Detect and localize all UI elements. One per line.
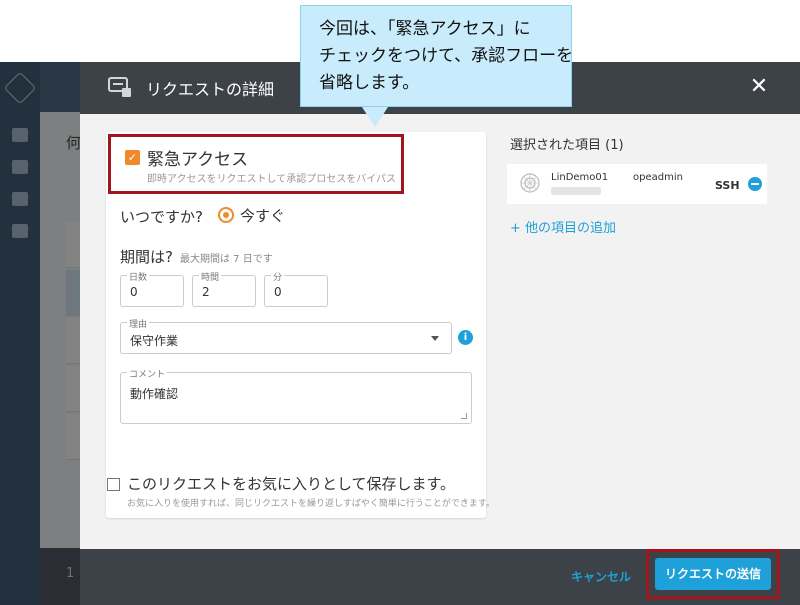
remove-item-icon[interactable] <box>748 177 762 191</box>
emergency-access-label: 緊急アクセス <box>147 150 249 170</box>
hours-field-label: 時間 <box>199 270 222 283</box>
cancel-button[interactable]: キャンセル <box>571 568 631 585</box>
emergency-access-checkbox[interactable]: ✓ <box>125 150 140 165</box>
comment-textarea-value: 動作確認 <box>130 387 179 401</box>
request-details-icon <box>108 77 131 97</box>
minutes-field-value: 0 <box>274 285 282 299</box>
add-item-link[interactable]: + 他の項目の追加 <box>510 217 616 236</box>
selected-item-protocol: SSH <box>715 179 740 192</box>
days-field[interactable]: 日数 0 <box>120 270 184 307</box>
hours-field-value: 2 <box>202 285 210 299</box>
favorite-description: お気に入りを使用すれば、同じリクエストを繰り返しすばやく簡単に行うことができます… <box>127 499 495 509</box>
favorite-checkbox[interactable] <box>107 478 120 491</box>
period-label: 期間は? <box>120 248 173 266</box>
now-radio-label: 今すぐ <box>240 207 286 225</box>
annotation-callout: 今回は、「緊急アクセス」に チェックをつけて、承認フローを 省略します。 <box>300 5 574 107</box>
days-field-value: 0 <box>130 285 138 299</box>
selected-item-redacted-address <box>551 187 601 195</box>
selected-item-card: LinDemo01 opeadmin SSH <box>507 164 767 204</box>
emergency-access-highlight: ✓ 緊急アクセス 即時アクセスをリクエストして承認プロセスをバイパス <box>108 134 404 194</box>
info-icon[interactable]: i <box>458 330 473 345</box>
server-icon <box>520 173 540 193</box>
annotation-callout-text: 今回は、「緊急アクセス」に チェックをつけて、承認フローを 省略します。 <box>319 19 574 93</box>
comment-textarea[interactable]: コメント 動作確認 <box>120 367 472 424</box>
comment-textarea-label: コメント <box>127 367 168 380</box>
minutes-field[interactable]: 分 0 <box>264 270 328 307</box>
close-button[interactable]: ✕ <box>746 74 772 100</box>
period-hint: 最大期間は 7 日です <box>180 254 273 265</box>
submit-request-button[interactable]: リクエストの送信 <box>655 558 771 590</box>
selected-item-user: opeadmin <box>633 172 683 183</box>
minutes-field-label: 分 <box>271 270 285 283</box>
when-label: いつですか? <box>120 208 203 226</box>
hours-field[interactable]: 時間 2 <box>192 270 256 307</box>
reason-select[interactable]: 理由 保守作業 <box>120 317 452 354</box>
selected-item-name: LinDemo01 <box>551 172 609 183</box>
now-radio[interactable] <box>218 207 234 223</box>
modal-title: リクエストの詳細 <box>146 82 275 99</box>
days-field-label: 日数 <box>127 270 150 283</box>
modal-footer: キャンセル リクエストの送信 <box>80 549 800 605</box>
annotation-callout-tail <box>362 107 388 127</box>
chevron-down-icon <box>431 336 439 341</box>
emergency-access-description: 即時アクセスをリクエストして承認プロセスをバイパス <box>147 174 396 185</box>
selected-items-title: 選択された項目 (1) <box>510 138 624 153</box>
reason-select-value: 保守作業 <box>130 334 179 348</box>
favorite-label: このリクエストをお気に入りとして保存します。 <box>127 475 456 493</box>
reason-select-label: 理由 <box>127 317 150 330</box>
resize-grip-icon[interactable] <box>461 413 467 419</box>
